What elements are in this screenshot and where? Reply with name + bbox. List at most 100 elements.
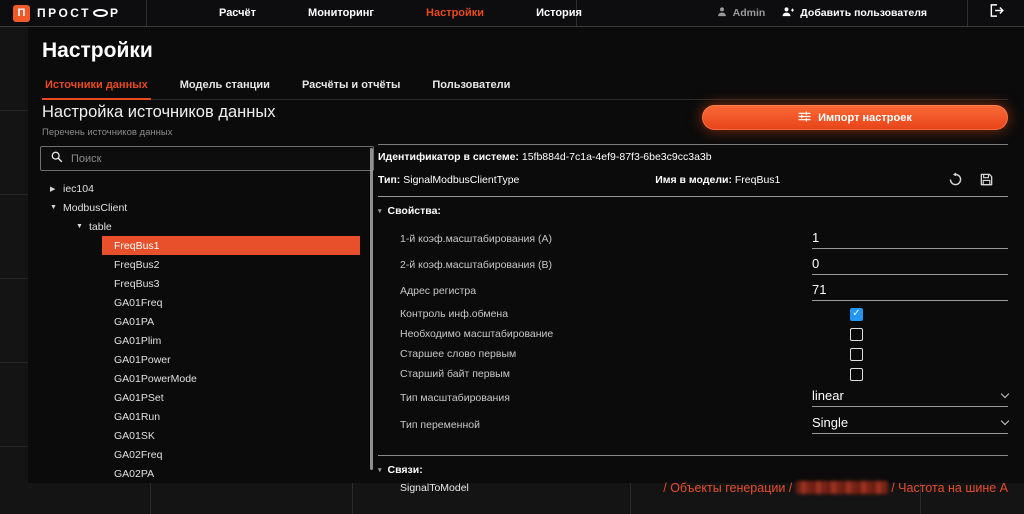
tree-item-label: table (89, 221, 112, 233)
topnav-item-monitoring[interactable]: Мониторинг (308, 7, 374, 19)
field-select-variable-type[interactable]: Single (812, 415, 1008, 434)
tree-item-content: FreqBus3 (102, 274, 360, 293)
tree-indent (40, 426, 102, 445)
properties-header[interactable]: ▾ Свойства: (378, 205, 1008, 217)
tree-item-label: GA01Plim (114, 335, 161, 347)
tree-item-GA01PowerMode[interactable]: GA01PowerMode (40, 369, 374, 388)
tree-item-iec104[interactable]: ▶iec104 (40, 179, 374, 198)
logout-icon (988, 3, 1005, 23)
chevron-expanded-icon[interactable]: ▼ (76, 223, 89, 230)
tree-indent (40, 274, 102, 293)
tree-item-GA01Plim[interactable]: GA01Plim (40, 331, 374, 350)
tree-item-content: ▶iec104 (50, 179, 360, 198)
properties-form: 1-й коэф.масштабирования (A)12-й коэф.ма… (378, 226, 1008, 438)
current-user[interactable]: Admin (716, 6, 766, 21)
field-checkbox-info-exchange-control[interactable]: ✓ (850, 308, 863, 321)
field-checkbox-wrap (812, 328, 1008, 341)
undo-button[interactable] (948, 172, 963, 187)
tree-item-label: GA01PSet (114, 392, 164, 404)
signal-to-model-row: SignalToModel / Объекты генерации / / Ча… (378, 481, 1008, 495)
topnav: РасчётМониторингНастройкиИстория (147, 0, 577, 26)
tree-item-FreqBus3[interactable]: FreqBus3 (40, 274, 374, 293)
field-input-coef-b[interactable]: 0 (812, 256, 1008, 275)
links-header[interactable]: ▾ Связи: (378, 464, 1008, 476)
tree-item-table[interactable]: ▼table (40, 217, 374, 236)
chevron-collapsed-icon[interactable]: ▶ (50, 185, 63, 193)
field-checkbox-scaling-needed[interactable] (850, 328, 863, 341)
caret-down-icon: ▾ (378, 466, 382, 474)
search-input[interactable] (71, 153, 364, 165)
topnav-item-history[interactable]: История (536, 7, 582, 19)
tree-item-GA02Freq[interactable]: GA02Freq (40, 445, 374, 464)
settings-panel: Настройки Источники данныхМодель станции… (28, 27, 1024, 483)
tree-indent (40, 464, 102, 483)
tree-item-GA01PA[interactable]: GA01PA (40, 312, 374, 331)
field-row-info-exchange-control: Контроль инф.обмена ✓ (378, 304, 1008, 324)
tree-indent (40, 179, 50, 198)
add-user-button[interactable]: Добавить пользователя (781, 6, 927, 21)
field-row-high-byte-first: Старший байт первым (378, 364, 1008, 384)
background-grid-line (150, 483, 151, 514)
tree-item-GA01Power[interactable]: GA01Power (40, 350, 374, 369)
field-input-reg-address[interactable]: 71 (812, 282, 1008, 301)
tree-item-GA01Freq[interactable]: GA01Freq (40, 293, 374, 312)
tree-item-FreqBus2[interactable]: FreqBus2 (40, 255, 374, 274)
logo-icon: П (13, 5, 30, 22)
background-grid-line (352, 483, 353, 514)
tree-item-GA01Run[interactable]: GA01Run (40, 407, 374, 426)
save-button[interactable] (979, 172, 994, 187)
field-input-coef-a[interactable]: 1 (812, 230, 1008, 249)
tree-item-label: GA01Freq (114, 297, 162, 309)
links-header-label: Связи: (388, 464, 423, 476)
field-label: Контроль инф.обмена (400, 308, 812, 320)
tree-item-content: GA01Plim (102, 331, 360, 350)
system-id-value: 15fb884d-7c1a-4ef9-87f3-6be3c9cc3a3b (522, 151, 712, 163)
type-label: Тип: (378, 174, 400, 186)
tree-item-GA01PSet[interactable]: GA01PSet (40, 388, 374, 407)
tree: ▶iec104▼ModbusClient▼tableFreqBus1FreqBu… (40, 179, 374, 483)
tree-indent (40, 350, 102, 369)
tree-item-content: GA01Power (102, 350, 360, 369)
field-label: 2-й коэф.масштабирования (B) (400, 259, 812, 271)
field-select-scaling-type[interactable]: linear (812, 388, 1008, 407)
data-sources-tree-panel: ▶iec104▼ModbusClient▼tableFreqBus1FreqBu… (40, 146, 374, 483)
tree-item-content: GA01Freq (102, 293, 360, 312)
user-name: Admin (733, 7, 766, 19)
tab-data-sources[interactable]: Источники данных (42, 79, 151, 100)
tree-item-ModbusClient[interactable]: ▼ModbusClient (40, 198, 374, 217)
chevron-expanded-icon[interactable]: ▼ (50, 204, 63, 211)
tree-item-FreqBus1[interactable]: FreqBus1 (40, 236, 374, 255)
tree-item-label: GA02Freq (114, 449, 162, 461)
tree-scrollbar[interactable] (370, 148, 373, 470)
tree-item-label: ModbusClient (63, 202, 127, 214)
link-path-suffix: / Частота на шине А (888, 481, 1008, 495)
tab-station-model[interactable]: Модель станции (177, 79, 273, 100)
field-row-reg-address: Адрес регистра71 (378, 278, 1008, 304)
tree-item-content: GA01SK (102, 426, 360, 445)
topnav-item-calc[interactable]: Расчёт (219, 7, 256, 19)
tree-item-GA01SK[interactable]: GA01SK (40, 426, 374, 445)
tab-users[interactable]: Пользователи (429, 79, 513, 100)
topnav-item-settings[interactable]: Настройки (426, 7, 484, 19)
tree-item-label: FreqBus2 (114, 259, 160, 271)
tree-indent (40, 445, 102, 464)
tree-item-label: GA01Power (114, 354, 171, 366)
tab-calcs-reports[interactable]: Расчёты и отчёты (299, 79, 403, 100)
field-label: 1-й коэф.масштабирования (A) (400, 233, 812, 245)
model-name-col: Имя в модели: FreqBus1 (655, 174, 948, 186)
tree-item-label: GA01SK (114, 430, 155, 442)
tree-item-content: GA01PowerMode (102, 369, 360, 388)
link-name: SignalToModel (400, 482, 469, 494)
logout-button[interactable] (967, 0, 1024, 26)
search-box (40, 146, 374, 171)
add-user-label: Добавить пользователя (800, 7, 927, 19)
model-name-label: Имя в модели: (655, 174, 732, 186)
link-path[interactable]: / Объекты генерации / / Частота на шине … (469, 481, 1008, 495)
logo[interactable]: П ПРОСТ Р (0, 0, 147, 26)
field-checkbox-high-byte-first[interactable] (850, 368, 863, 381)
tree-item-label: FreqBus3 (114, 278, 160, 290)
import-settings-button[interactable]: Импорт настроек (702, 105, 1008, 130)
field-checkbox-high-word-first[interactable] (850, 348, 863, 361)
tree-item-GA02PA[interactable]: GA02PA (40, 464, 374, 483)
user-plus-icon (781, 6, 795, 21)
